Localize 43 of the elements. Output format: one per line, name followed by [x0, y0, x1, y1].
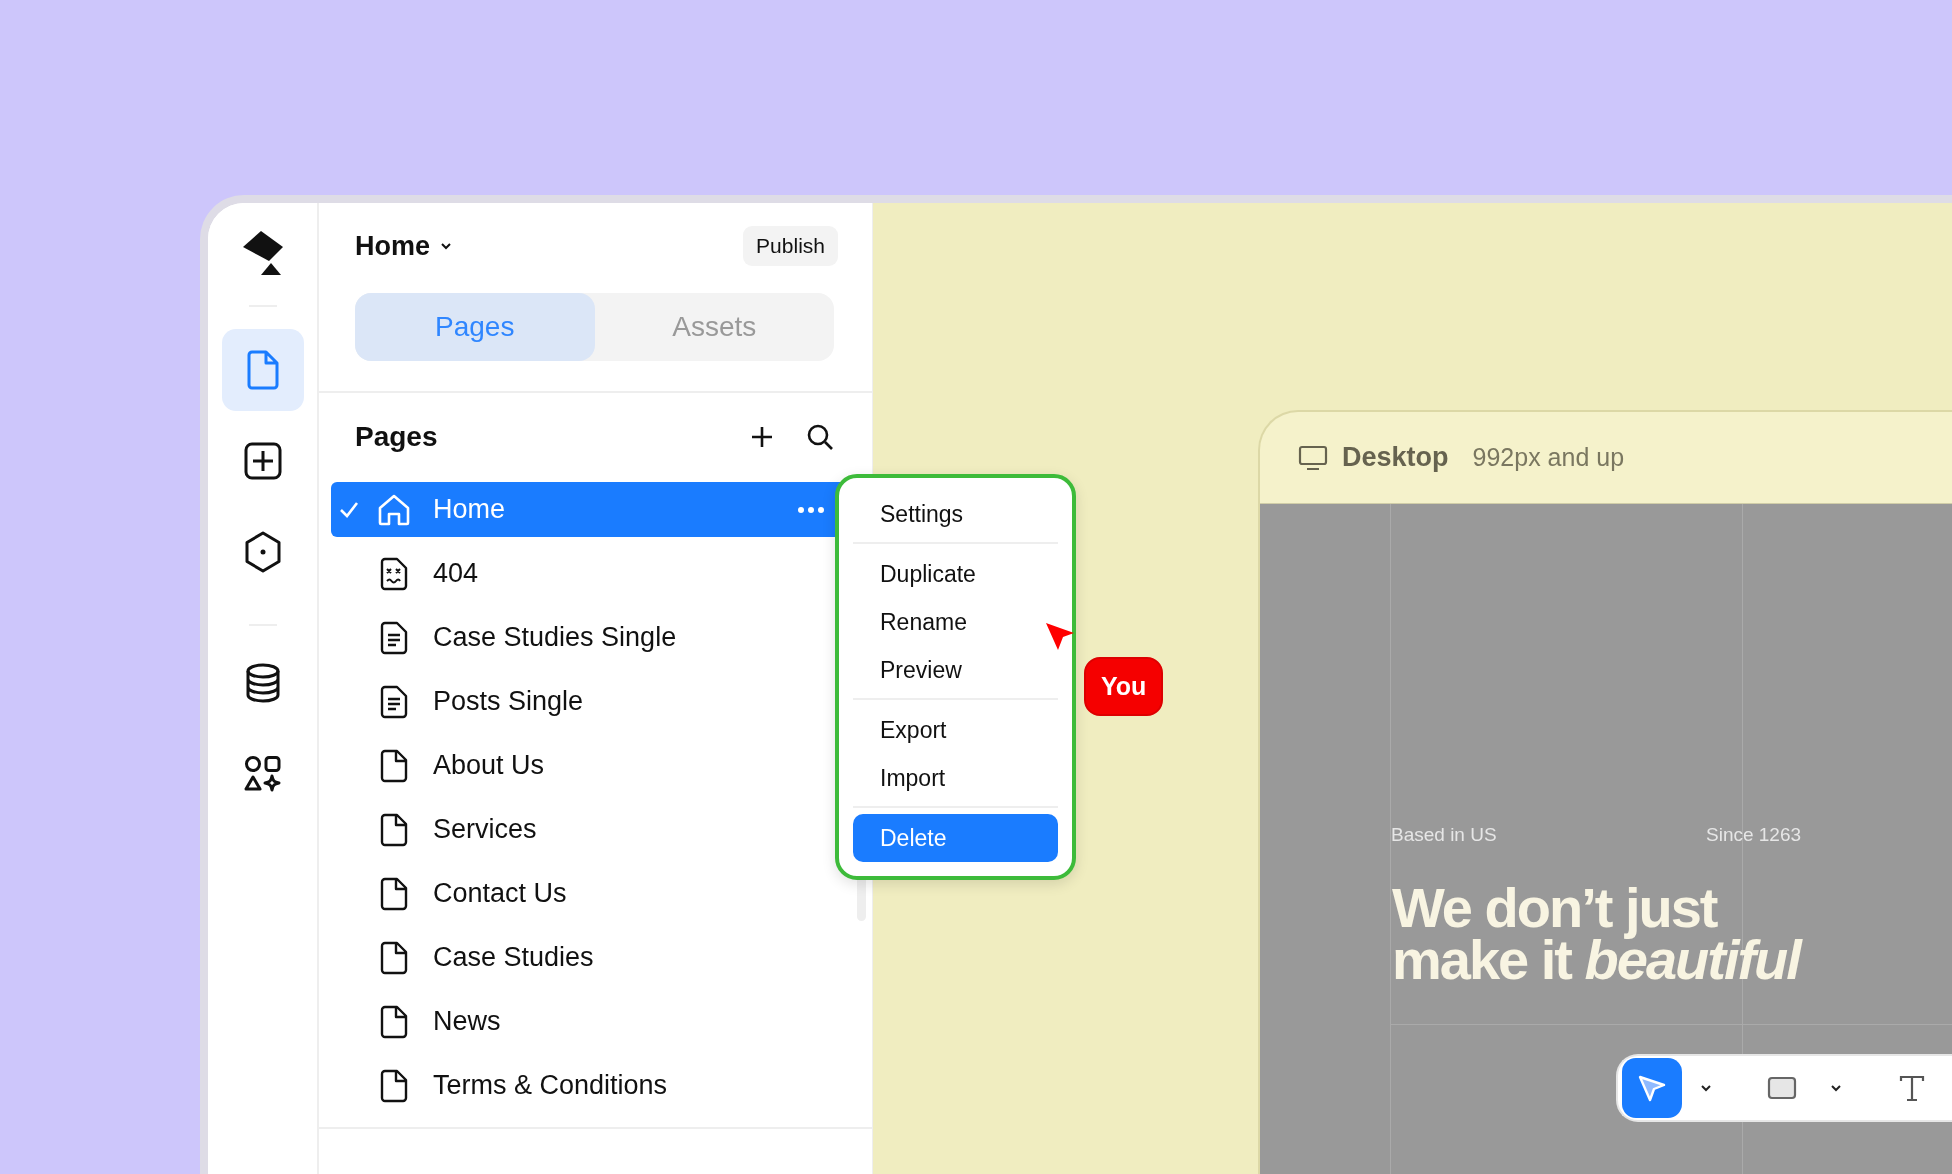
page-icon	[380, 1004, 408, 1039]
rectangle-icon	[1767, 1076, 1797, 1100]
document-icon	[380, 620, 408, 655]
breakpoint-range: 992px and up	[1472, 443, 1625, 472]
page-icon	[380, 748, 408, 783]
plus-icon	[750, 425, 774, 449]
more-icon	[798, 506, 824, 513]
publish-button[interactable]: Publish	[743, 226, 838, 266]
tool-dropdown[interactable]	[1830, 1084, 1842, 1092]
database-icon	[244, 663, 281, 703]
tagline: Based in US	[1391, 824, 1497, 846]
page-icon	[380, 812, 408, 847]
home-icon	[377, 493, 411, 526]
page-item[interactable]: Terms & Conditions	[331, 1058, 872, 1113]
page-icon	[380, 940, 408, 975]
document-icon	[380, 684, 408, 719]
sad-page-icon	[380, 556, 408, 591]
monitor-icon	[1298, 444, 1328, 471]
chevron-icon	[1830, 1084, 1842, 1092]
tool-dropdown[interactable]	[1700, 1084, 1712, 1092]
page-icon	[380, 876, 408, 911]
pointer-icon	[1637, 1073, 1667, 1103]
tagline: Since 1263	[1706, 824, 1802, 846]
checkmark-icon	[339, 500, 359, 519]
page-icon	[245, 350, 280, 390]
add-icon	[243, 442, 282, 480]
menu-item[interactable]: Delete	[853, 814, 1058, 862]
search-icon	[806, 423, 834, 451]
chevron-icon	[1700, 1084, 1712, 1092]
page-selector[interactable]: Home	[355, 230, 452, 262]
breakpoint-name: Desktop	[1342, 442, 1449, 473]
shapes-icon	[243, 755, 282, 793]
cursor-label: You	[1084, 657, 1164, 716]
page-item[interactable]: News	[331, 994, 872, 1049]
tool-button[interactable]	[1622, 1058, 1682, 1118]
page-icon	[380, 1068, 408, 1103]
page-item[interactable]: Case Studies	[331, 930, 872, 985]
headline: We don’t just make it beautiful	[1392, 882, 1800, 986]
page-item[interactable]: Contact Us	[331, 866, 872, 921]
text-tool-icon	[1898, 1074, 1926, 1102]
chevron-icon	[440, 242, 452, 250]
section-heading: Pages	[355, 421, 439, 453]
hexagon-icon	[243, 531, 282, 573]
